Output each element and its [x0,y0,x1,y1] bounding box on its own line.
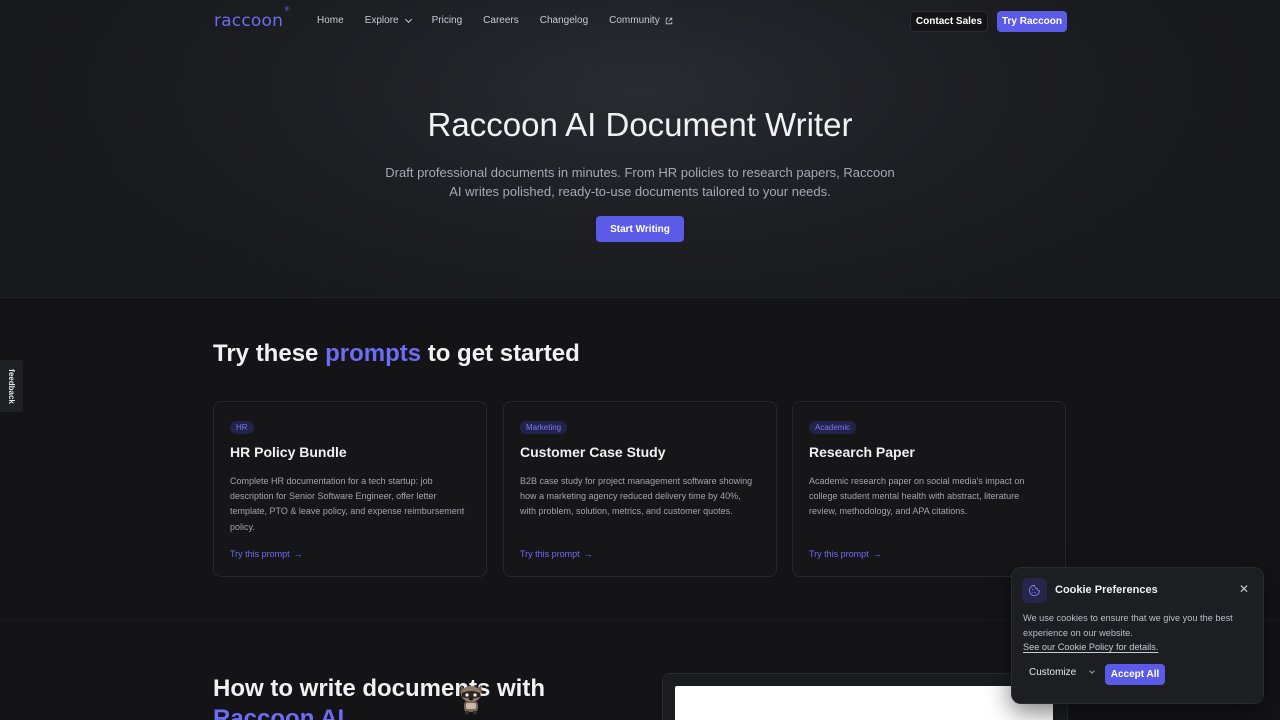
hero-title: Raccoon AI Document Writer [427,106,853,143]
cookie-policy-link[interactable]: See our Cookie Policy for details. [1023,642,1158,652]
accept-all-button[interactable]: Accept All [1105,664,1165,685]
card-description: Academic research paper on social media'… [809,476,1025,517]
hero-background [0,0,1280,298]
card-description: Complete HR documentation for a tech sta… [230,476,465,532]
try-prompt-link[interactable]: Try this prompt → [809,549,882,559]
raccoon-logo[interactable]: raccoon® [214,6,290,31]
top-nav: raccoon® Home Explore Pricing Careers Ch… [0,0,1280,42]
prompt-card-marketing[interactable]: Marketing Customer Case Study B2B case s… [503,401,777,577]
nav-link-explore[interactable]: Explore [365,15,412,26]
feedback-label: feedback [7,368,16,404]
prompt-card-hr[interactable]: HR HR Policy Bundle Complete HR document… [213,401,487,577]
card-title: Research Paper [809,444,915,460]
try-prompt-link[interactable]: Try this prompt → [230,549,303,559]
category-badge: Marketing [520,421,568,434]
hero-subtitle: Draft professional documents in minutes.… [385,165,895,199]
prompts-section-title: Try these prompts to get started [213,340,580,367]
arrow-right-icon: → [293,549,303,559]
chevron-down-icon [404,15,412,23]
category-badge: Academic [809,421,857,434]
arrow-right-icon: → [583,549,593,559]
cookie-text: We use cookies to ensure that we give yo… [1023,613,1233,639]
card-title: Customer Case Study [520,444,666,460]
nav-link-home[interactable]: Home [317,15,344,26]
nav-link-careers[interactable]: Careers [483,15,519,26]
nav-links: Home Explore Pricing Careers Changelog C… [317,15,694,26]
contact-sales-button[interactable]: Contact Sales [910,11,988,32]
close-icon[interactable]: ✕ [1237,582,1251,596]
raccoon-mascot-icon [460,685,482,714]
category-badge: HR [230,421,254,434]
nav-link-changelog[interactable]: Changelog [540,15,588,26]
nav-link-community[interactable]: Community [609,15,673,26]
prompt-card-academic[interactable]: Academic Research Paper Academic researc… [792,401,1066,577]
try-prompt-link[interactable]: Try this prompt → [520,549,593,559]
nav-link-pricing[interactable]: Pricing [432,15,463,26]
start-writing-button[interactable]: Start Writing [596,216,684,242]
cookie-preferences-dialog: Cookie Preferences ✕ We use cookies to e… [1011,567,1264,704]
feedback-tab[interactable]: feedback [0,360,23,412]
chevron-down-icon [1089,668,1096,674]
arrow-right-icon: → [872,549,882,559]
document-preview-page [675,686,1053,720]
cookie-icon [1022,578,1047,603]
card-title: HR Policy Bundle [230,444,347,460]
how-to-title: How to write documents with Raccoon AI [213,675,546,720]
customize-button[interactable]: Customize [1029,667,1096,678]
try-raccoon-button[interactable]: Try Raccoon [997,11,1067,32]
card-description: B2B case study for project management so… [520,476,753,517]
external-link-icon [665,17,672,24]
cookie-title: Cookie Preferences [1055,584,1158,596]
